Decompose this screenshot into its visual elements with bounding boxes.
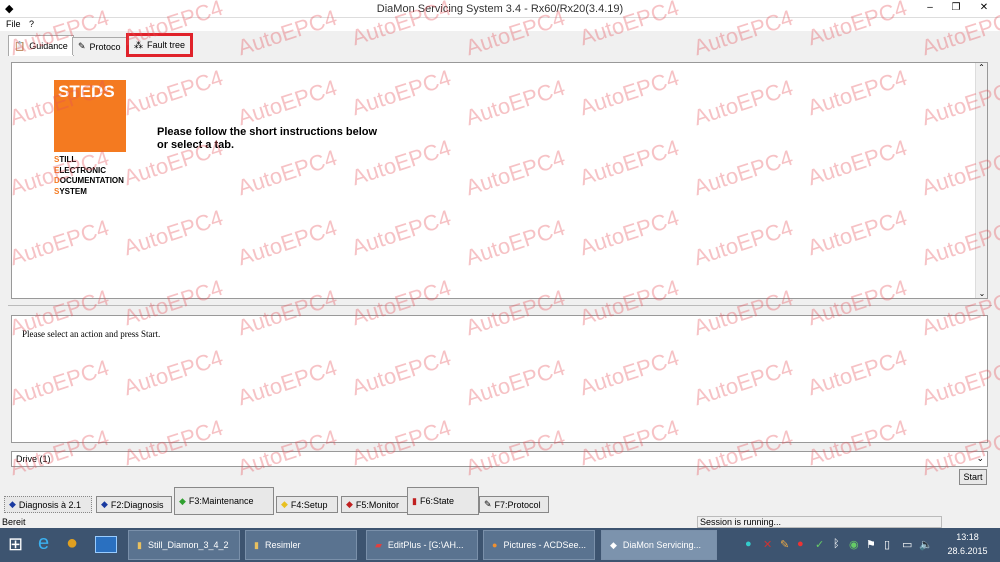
fbutton-f7-protocol[interactable]: ✎ F7:Protocol	[479, 496, 549, 513]
taskbar-item[interactable]: ▰ EditPlus - [G:\AH...	[366, 530, 478, 560]
maximize-button[interactable]: ❐	[942, 0, 970, 16]
diamond-icon: ◆	[101, 499, 108, 509]
diamond-icon: ◆	[610, 539, 617, 550]
taskbar-item[interactable]: ▮ Resimler	[245, 530, 357, 560]
steds-text: STILL ELECTRONIC DOCUMENTATION SYSTEM	[54, 155, 124, 197]
guidance-icon: 📋	[14, 40, 26, 51]
button-label: F4:Setup	[290, 499, 328, 510]
logo-line: DOCUMENTATION	[54, 176, 124, 185]
logo-line: STILL	[54, 155, 77, 164]
taskbar-item[interactable]: ▮ Still_Diamon_3_4_2	[128, 530, 240, 560]
button-label: F7:Protocol	[494, 499, 541, 510]
tray-icon[interactable]: ✕	[763, 538, 772, 551]
fbutton-f4-setup[interactable]: ◆ F4:Setup	[276, 496, 338, 513]
lock-icon[interactable]: ●	[797, 538, 804, 550]
ie-icon[interactable]: e	[38, 532, 49, 555]
logo-line: SYSTEM	[54, 186, 87, 196]
taskbar-item[interactable]: ● Pictures - ACDSee...	[483, 530, 595, 560]
fault-tree-icon: ⁂	[134, 39, 143, 50]
menu-file[interactable]: File	[6, 19, 21, 29]
tray-icon[interactable]: ●	[745, 538, 752, 550]
window-title: DiaMon Servicing System 3.4 - Rx60/Rx20(…	[376, 3, 624, 15]
tab-label: Protoco	[89, 41, 121, 52]
close-button[interactable]: ✕	[970, 0, 998, 16]
fbutton-f2-diagnosis[interactable]: ◆ F2:Diagnosis	[96, 496, 172, 513]
volume-icon[interactable]: 🔈	[919, 538, 933, 551]
fbutton-f6-state[interactable]: ▮ F6:State	[407, 487, 479, 515]
title-bar: ◆ DiaMon Servicing System 3.4 - Rx60/Rx2…	[0, 0, 1000, 18]
diamond-icon: ◆	[281, 499, 288, 509]
network-icon[interactable]: ◉	[849, 538, 859, 551]
scroll-down-icon[interactable]: ⌄	[976, 289, 988, 298]
status-text: Bereit	[2, 517, 26, 527]
button-label: F5:Monitor	[355, 499, 399, 510]
power-icon[interactable]: ▯	[884, 538, 890, 551]
tray-icon[interactable]: ✓	[815, 538, 824, 551]
selected-value: Drive (1)	[16, 454, 51, 464]
tab-label: Fault tree	[147, 40, 186, 50]
hint-text: Please select an action and press Start.	[22, 329, 161, 339]
fbutton-diagnosis-21[interactable]: ◆ Diagnosis à 2.1	[4, 496, 92, 513]
traffic-light-icon: ▮	[412, 495, 417, 506]
splitter[interactable]	[8, 305, 992, 308]
diamond-icon: ◆	[179, 495, 186, 506]
button-label: F3:Maintenance	[188, 496, 254, 506]
bluetooth-icon[interactable]: ᛒ	[833, 538, 840, 550]
instructions-text: Please follow the short instructions bel…	[157, 126, 377, 152]
diamond-icon: ◆	[346, 499, 353, 509]
chrome-icon[interactable]: ●	[66, 532, 78, 555]
folder-icon: ▮	[137, 539, 142, 550]
instructions-line: Please follow the short instructions bel…	[157, 126, 378, 138]
start-windows-icon[interactable]: ⊞	[8, 534, 23, 555]
action-select[interactable]: Drive (1) ⌄	[11, 451, 988, 467]
protocol-icon: ✎	[484, 499, 492, 509]
logo-line: ELECTRONIC	[54, 165, 107, 175]
button-label: Diagnosis à 2.1	[18, 499, 81, 510]
instructions-line: or select a tab.	[157, 139, 235, 151]
menu-help[interactable]: ?	[29, 19, 34, 29]
acdsee-icon: ●	[492, 540, 498, 550]
tab-fault-tree[interactable]: ⁂ Fault tree	[126, 33, 194, 57]
tray-icon[interactable]: ✎	[780, 538, 789, 551]
message-panel: Please select an action and press Start.	[11, 315, 988, 443]
clock[interactable]: 13:18 28.6.2015	[945, 532, 990, 556]
button-label: F2:Diagnosis	[110, 499, 164, 510]
status-bar: Bereit Session is running...	[0, 515, 1000, 528]
start-button[interactable]: Start	[959, 469, 987, 485]
session-status: Session is running...	[697, 516, 942, 528]
protocol-icon: ✎	[78, 41, 86, 51]
editplus-icon: ▰	[375, 539, 382, 550]
diamond-icon: ◆	[9, 499, 16, 509]
desktop-icon[interactable]	[95, 536, 117, 553]
vertical-scrollbar[interactable]: ⌃ ⌄	[975, 63, 987, 298]
chevron-down-icon: ⌄	[976, 453, 984, 463]
button-label: F6:State	[419, 496, 454, 506]
taskbar-item-active[interactable]: ◆ DiaMon Servicing...	[601, 530, 717, 560]
guidance-panel: STEDS STILL ELECTRONIC DOCUMENTATION SYS…	[11, 62, 988, 299]
monitor-icon[interactable]: ▭	[902, 538, 912, 551]
clock-date: 28.6.2015	[947, 546, 988, 556]
tab-label: Guidance	[29, 41, 68, 51]
tab-protocol[interactable]: ✎ Protoco	[72, 37, 127, 55]
menu-bar: File ?	[0, 18, 1000, 31]
fbutton-f3-maintenance[interactable]: ◆ F3:Maintenance	[174, 487, 274, 515]
scroll-up-icon[interactable]: ⌃	[976, 63, 987, 72]
clock-time: 13:18	[956, 532, 979, 542]
fbutton-f5-monitor[interactable]: ◆ F5:Monitor	[341, 496, 409, 513]
folder-icon: ▮	[254, 539, 259, 550]
taskbar: ⊞ e ● ▮ Still_Diamon_3_4_2 ▮ Resimler ▰ Edi…	[0, 528, 1000, 562]
flag-icon[interactable]: ⚑	[866, 538, 876, 551]
tab-guidance[interactable]: 📋 Guidance	[8, 35, 74, 56]
minimize-button[interactable]: –	[916, 0, 944, 16]
steds-logo: STEDS	[54, 80, 126, 152]
